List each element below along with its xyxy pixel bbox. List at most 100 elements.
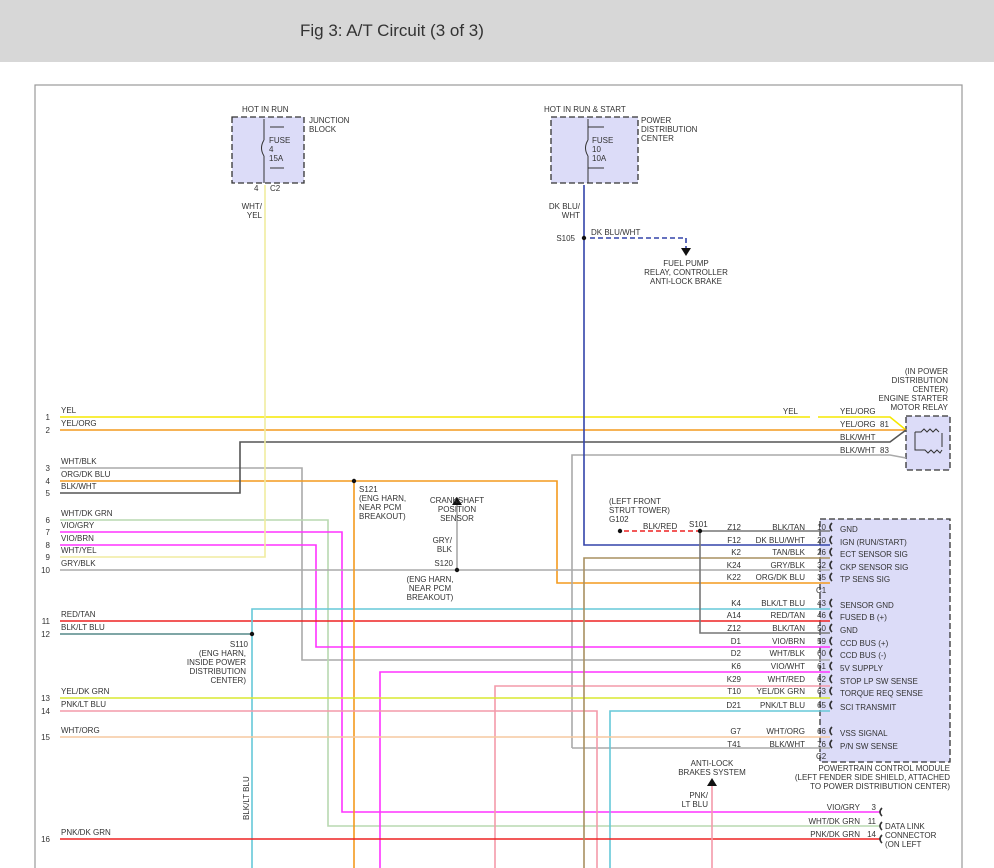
pcm-pin-wire: BLK/LT BLU [761, 599, 805, 608]
pdc-fuse-label: FUSE [592, 136, 613, 145]
splice-s121-label: (ENG HARN, [359, 494, 406, 503]
pcm-pin-function: P/N SW SENSE [840, 742, 898, 751]
jb-pin: 4 [254, 184, 259, 193]
relay-wire-label: YEL/ORG [840, 420, 876, 429]
dlc-pin-wire: PNK/DK GRN [810, 830, 860, 839]
pcm-pin-function: GND [840, 525, 858, 534]
fuel-pump-label: RELAY, CONTROLLER [644, 268, 728, 277]
pcm-pin-number: 62 [817, 675, 826, 684]
splice-s120-label: S120 [434, 559, 453, 568]
pcm-pin-number: 60 [817, 649, 826, 658]
dlc-pin-number: 11 [868, 817, 877, 826]
pcm-pin-wire: TAN/BLK [772, 548, 805, 557]
jb-wire: YEL [247, 211, 263, 220]
wire-number: 9 [46, 553, 51, 562]
relay-label: DISTRIBUTION [892, 376, 949, 385]
abs-label: ANTI-LOCK [691, 759, 734, 768]
pcm-pin-code: K4 [731, 599, 741, 608]
pcm-pin-code: K2 [731, 548, 741, 557]
pcm-pin-function: 5V SUPPLY [840, 664, 884, 673]
pcm-connector-c2: C2 [816, 752, 827, 761]
dlc-label: CONNECTOR [885, 831, 937, 840]
splice-s105: S105 [556, 234, 575, 243]
pcm-pin-wire: DK BLU/WHT [756, 536, 805, 545]
splice-s101-label: S101 [689, 520, 708, 529]
wire-dk-blu-wht-branch [590, 237, 687, 248]
wiring-diagram: HOT IN RUNJUNCTIONBLOCKFUSE415A4 C2WHT/YE… [34, 84, 963, 868]
pcm-pin-function: IGN (RUN/START) [840, 538, 907, 547]
pcm-pin-wire: BLK/WHT [769, 740, 805, 749]
wire-label: GRY/BLK [61, 559, 96, 568]
pdc-name: DISTRIBUTION [641, 125, 698, 134]
wire-number: 12 [41, 630, 50, 639]
pcm-pin-number: 35 [817, 573, 826, 582]
wire-number: 7 [46, 528, 51, 537]
pcm-pin-function: SCI TRANSMIT [840, 703, 896, 712]
wire-number: 8 [46, 541, 51, 550]
fuel-pump-label: ANTI-LOCK BRAKE [650, 277, 722, 286]
relay-label: MOTOR RELAY [891, 403, 949, 412]
jb-name: BLOCK [309, 125, 337, 134]
pcm-pin-wire: WHT/RED [768, 675, 806, 684]
wire-yel [60, 416, 907, 431]
jb-fuse-label: 4 [269, 145, 274, 154]
splice-s110-label: (ENG HARN, [199, 649, 246, 658]
relay-label: CENTER) [912, 385, 948, 394]
pdc-name: CENTER [641, 134, 674, 143]
pcm-pin-wire: WHT/BLK [769, 649, 805, 658]
dlc-pin-number: 14 [867, 830, 876, 839]
pcm-pin-wire: YEL/DK GRN [757, 687, 806, 696]
splice-s121-label: BREAKOUT) [359, 512, 406, 521]
splice-s121-label: S121 [359, 485, 378, 494]
pcm-pin-function: STOP LP SW SENSE [840, 677, 918, 686]
pcm-pin-code: Z12 [727, 523, 741, 532]
pcm-pin-code: K24 [727, 561, 742, 570]
wire-label: BLK/WHT [61, 482, 97, 491]
pcm-pin-function: SENSOR GND [840, 601, 894, 610]
splice-s110-label: S110 [230, 640, 249, 649]
pcm-pin-number: 66 [817, 727, 826, 736]
splice-s110-label: CENTER) [210, 676, 246, 685]
pcm-pin-function: TORQUE REQ SENSE [840, 689, 923, 698]
wire-number: 2 [46, 426, 51, 435]
splice-s120-dot [454, 567, 460, 573]
relay-pin: 83 [880, 446, 889, 455]
pdc-hot-label: HOT IN RUN & START [544, 105, 626, 114]
pcm-pin-wire: GRY/BLK [770, 561, 805, 570]
wire-wht-red [494, 685, 830, 868]
s110-wire-label: BLK/LT BLU [242, 776, 251, 820]
pin-connector-icon [879, 807, 883, 817]
fuel-pump-label: FUEL PUMP [663, 259, 709, 268]
wire-label: PNK/DK GRN [61, 828, 111, 837]
pcm-pin-function: CKP SENSOR SIG [840, 563, 908, 572]
dlc-pin-number: 3 [872, 803, 877, 812]
wire-number: 13 [41, 694, 50, 703]
pcm-pin-number: 46 [817, 611, 826, 620]
pcm-pin-function: TP SENS SIG [840, 575, 890, 584]
relay-wire-label: BLK/WHT [840, 433, 876, 442]
pcm-pin-code: K6 [731, 662, 741, 671]
crank-sensor-label: SENSOR [440, 514, 474, 523]
wire-label: WHT/DK GRN [61, 509, 113, 518]
pdc-name: POWER [641, 116, 671, 125]
abs-label: BRAKES SYSTEM [678, 768, 746, 777]
relay-wire-label: YEL/ORG [840, 407, 876, 416]
pcm-pin-number: 50 [817, 624, 826, 633]
jb-name: JUNCTION [309, 116, 350, 125]
jb-wire: WHT/ [242, 202, 263, 211]
pcm-pin-number: 43 [817, 599, 826, 608]
pcm-pin-code: T41 [727, 740, 741, 749]
dlc-pin-wire: WHT/DK GRN [808, 817, 860, 826]
relay-pin: 81 [880, 420, 889, 429]
splice-s110-dot [249, 631, 255, 637]
pcm-pin-code: K29 [727, 675, 742, 684]
arrow-down-icon [681, 248, 691, 256]
relay-label: ENGINE STARTER [879, 394, 949, 403]
dlc-pin-wire: VIO/GRY [827, 803, 861, 812]
pdc-fuse-label: 10 [592, 145, 601, 154]
pdc-fuse-label: 10A [592, 154, 607, 163]
pcm-pin-number: 26 [817, 548, 826, 557]
pcm-pin-function: GND [840, 626, 858, 635]
wire-number: 6 [46, 516, 51, 525]
dlc-label: DATA LINK [885, 822, 925, 831]
